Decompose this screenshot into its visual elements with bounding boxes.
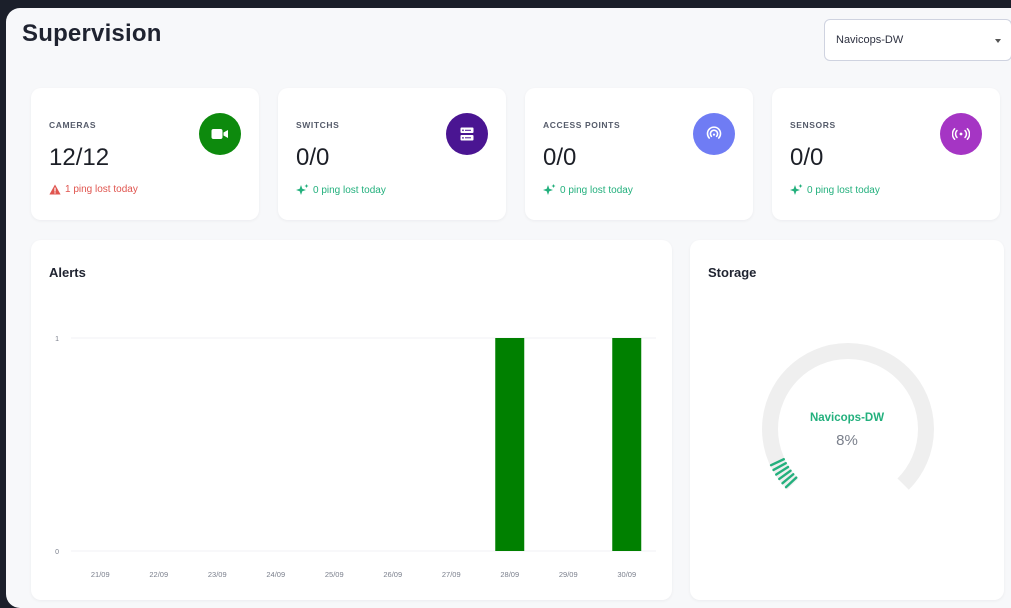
bar xyxy=(495,338,525,551)
sparkle-icon xyxy=(790,184,803,195)
stat-card-access-points[interactable]: ACCESS POINTS 0/0 0 ping lost today xyxy=(525,88,753,220)
storage-panel: Storage Navicops-DW 8% xyxy=(690,240,1004,600)
server-switch-icon xyxy=(446,113,488,155)
chevron-down-icon xyxy=(995,39,1001,43)
page-title: Supervision xyxy=(22,20,162,47)
stat-label: ACCESS POINTS xyxy=(543,120,621,130)
y-tick-label: 0 xyxy=(55,549,59,556)
site-select-dropdown[interactable]: Navicops-DW xyxy=(824,19,1011,61)
x-tick-label: 23/09 xyxy=(208,570,227,579)
stat-label: CAMERAS xyxy=(49,120,97,130)
stat-label: SWITCHS xyxy=(296,120,340,130)
x-tick-label: 25/09 xyxy=(325,570,344,579)
storage-name: Navicops-DW xyxy=(809,412,885,424)
stat-note-text: 0 ping lost today xyxy=(313,184,386,196)
stat-note: 0 ping lost today xyxy=(543,184,633,196)
y-tick-label: 1 xyxy=(55,336,59,343)
stat-value: 0/0 xyxy=(543,144,577,171)
stat-note-text: 0 ping lost today xyxy=(807,184,880,196)
x-tick-label: 30/09 xyxy=(617,570,636,579)
storage-percent: 8% xyxy=(836,432,858,449)
stat-value: 0/0 xyxy=(790,144,824,171)
x-tick-label: 28/09 xyxy=(500,570,519,579)
x-tick-label: 21/09 xyxy=(91,570,110,579)
stat-value: 0/0 xyxy=(296,144,330,171)
stat-note: 0 ping lost today xyxy=(296,184,386,196)
alerts-chart: 0 1 21/09 22/09 23/09 24/09 25/09 26/09 27/09 28/… xyxy=(55,336,656,579)
bar xyxy=(612,338,642,551)
x-tick-label: 26/09 xyxy=(383,570,402,579)
x-tick-label: 22/09 xyxy=(149,570,168,579)
x-tick-label: 24/09 xyxy=(266,570,285,579)
broadcast-sensor-icon xyxy=(940,113,982,155)
stat-card-switchs[interactable]: SWITCHS 0/0 0 ping lost today xyxy=(278,88,506,220)
sparkle-icon xyxy=(543,184,556,195)
sparkle-icon xyxy=(296,184,309,195)
x-tick-label: 27/09 xyxy=(442,570,461,579)
warning-triangle-icon xyxy=(49,184,61,195)
stat-note-text: 1 ping lost today xyxy=(65,184,138,195)
stat-value: 12/12 xyxy=(49,144,110,171)
stat-note: 0 ping lost today xyxy=(790,184,880,196)
stat-note-text: 0 ping lost today xyxy=(560,184,633,196)
wifi-access-point-icon xyxy=(693,113,735,155)
stat-label: SENSORS xyxy=(790,120,836,130)
x-tick-label: 29/09 xyxy=(559,570,578,579)
stat-note: 1 ping lost today xyxy=(49,184,138,195)
storage-gauge xyxy=(762,343,934,490)
site-select-value: Navicops-DW xyxy=(836,34,904,46)
video-camera-icon xyxy=(199,113,241,155)
stat-card-sensors[interactable]: SENSORS 0/0 0 ping lost today xyxy=(772,88,1000,220)
supervision-dashboard: Supervision Navicops-DW CAMERAS 12/12 1 … xyxy=(6,8,1011,608)
alerts-panel: Alerts 0 1 21/09 22/09 23/09 24/09 25/09 26/09 2… xyxy=(31,240,672,600)
stat-card-cameras[interactable]: CAMERAS 12/12 1 ping lost today xyxy=(31,88,259,220)
